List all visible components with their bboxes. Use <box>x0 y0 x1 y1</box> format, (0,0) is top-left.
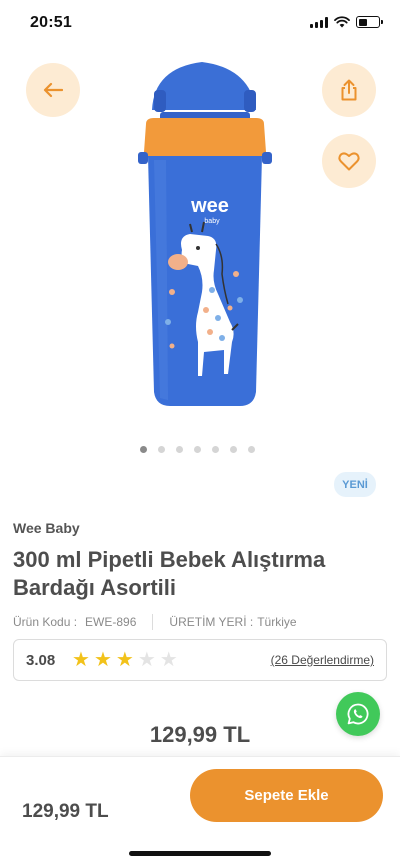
product-price: 129,99 TL <box>149 722 251 747</box>
status-icons <box>310 16 383 28</box>
product-code-label: Ürün Kodu : <box>13 615 78 629</box>
status-bar: 20:51 <box>0 0 400 44</box>
rating-value: 3.08 <box>26 651 56 669</box>
rating-stars: ★ ★ ★ ★ ★ <box>72 650 178 670</box>
product-meta: Ürün Kodu : EWE-896 ÜRETİM YERİ : Türkiy… <box>13 614 297 630</box>
share-icon <box>341 79 357 101</box>
origin-value: Türkiye <box>257 615 297 629</box>
star-icon: ★ <box>115 649 134 671</box>
status-time: 20:51 <box>30 14 72 31</box>
carousel-dot[interactable] <box>212 446 219 453</box>
home-indicator[interactable] <box>129 851 271 856</box>
heart-icon <box>338 152 360 171</box>
favorite-button[interactable] <box>322 134 376 188</box>
carousel-dot[interactable] <box>230 446 237 453</box>
carousel-dot[interactable] <box>248 446 255 453</box>
product-brand[interactable]: Wee Baby <box>13 520 80 536</box>
carousel-dot[interactable] <box>176 446 183 453</box>
bottom-price: 129,99 TL <box>22 801 109 822</box>
product-title: 300 ml Pipetli Bebek Alıştırma Bardağı A… <box>13 547 326 600</box>
add-to-cart-button[interactable]: Sepete Ekle <box>190 769 383 822</box>
product-image[interactable]: wee baby <box>132 60 278 412</box>
carousel-dot[interactable] <box>158 446 165 453</box>
product-code-value: EWE-896 <box>85 615 137 629</box>
bottom-bar: 129,99 TL Sepete Ekle <box>0 756 400 866</box>
origin-label: ÜRETİM YERİ : <box>169 615 254 629</box>
cup-logo-text: wee <box>190 195 229 217</box>
carousel-dots[interactable] <box>140 446 255 453</box>
share-button[interactable] <box>322 63 376 117</box>
carousel-dot[interactable] <box>194 446 201 453</box>
rating-box[interactable]: 3.08 ★ ★ ★ ★ ★ (26 Değerlendirme) <box>13 639 387 681</box>
cup-logo-subtext: baby <box>204 218 220 225</box>
carousel-dot[interactable] <box>140 446 147 453</box>
star-icon: ★ <box>159 649 178 671</box>
new-badge: YENİ <box>334 472 376 497</box>
star-icon: ★ <box>137 649 156 671</box>
back-button[interactable] <box>26 63 80 117</box>
battery-icon <box>356 16 383 28</box>
reviews-link[interactable]: (26 Değerlendirme) <box>271 653 374 667</box>
wifi-icon <box>334 16 350 28</box>
star-icon: ★ <box>93 649 112 671</box>
arrow-left-icon <box>43 82 63 98</box>
cellular-signal-icon <box>310 16 328 28</box>
meta-divider <box>152 614 154 630</box>
star-icon: ★ <box>72 649 90 671</box>
